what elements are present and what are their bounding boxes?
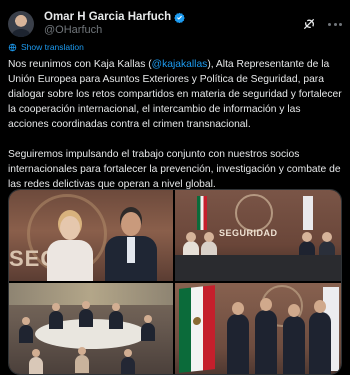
- show-translation-link[interactable]: Show translation: [8, 42, 84, 52]
- avatar[interactable]: [8, 11, 34, 37]
- group-person: [309, 300, 331, 374]
- photo-2[interactable]: SEGURIDAD: [175, 190, 341, 281]
- header-actions: [302, 17, 342, 31]
- group-person: [255, 298, 277, 374]
- meeting-person: [109, 303, 123, 329]
- meeting-person: [75, 347, 89, 373]
- grok-icon[interactable]: [302, 17, 316, 31]
- mexico-flag: [197, 196, 207, 230]
- person-woman: [47, 216, 93, 281]
- tweet-paragraph-2: Seguiremos impulsando el trabajo conjunt…: [8, 149, 341, 190]
- media-grid: SEGUR SEGURIDAD: [8, 189, 342, 375]
- white-flag: [303, 196, 313, 230]
- window: [9, 283, 173, 305]
- meeting-person: [29, 349, 43, 374]
- photo-1[interactable]: SEGUR: [9, 190, 173, 281]
- meeting-person: [141, 315, 155, 341]
- globe-icon: [8, 43, 17, 51]
- person-man: [105, 212, 157, 281]
- verified-badge-icon: [174, 12, 186, 23]
- name-row: Omar H Garcia Harfuch: [44, 11, 186, 24]
- mexico-flag: [179, 285, 215, 373]
- meeting-table: [175, 255, 341, 281]
- more-icon[interactable]: [328, 17, 342, 31]
- photo-3[interactable]: [9, 283, 173, 374]
- tweet-text: Nos reunimos con Kaja Kallas (@kajakalla…: [8, 57, 342, 192]
- mention-link[interactable]: @kajakallas: [152, 59, 208, 70]
- meeting-person: [19, 317, 33, 343]
- meeting-person: [49, 303, 63, 329]
- emblem-seal: [235, 194, 273, 232]
- author-handle[interactable]: @OHarfuch: [44, 24, 185, 37]
- group-person: [227, 302, 249, 374]
- photo-4[interactable]: [175, 283, 341, 374]
- tweet-header: Omar H Garcia Harfuch @OHarfuch: [8, 8, 342, 40]
- group-person: [283, 304, 305, 374]
- show-translation-label: Show translation: [21, 42, 84, 52]
- tweet-p1-before: Nos reunimos con Kaja Kallas (: [8, 59, 152, 70]
- tweet-paragraph-1: Nos reunimos con Kaja Kallas (@kajakalla…: [8, 57, 342, 132]
- meeting-person: [121, 349, 135, 374]
- author-display-name[interactable]: Omar H Garcia Harfuch: [44, 11, 171, 24]
- meeting-person: [79, 301, 93, 327]
- photo-2-sign: SEGURIDAD: [219, 228, 278, 238]
- author-block: Omar H Garcia Harfuch @OHarfuch: [44, 11, 186, 37]
